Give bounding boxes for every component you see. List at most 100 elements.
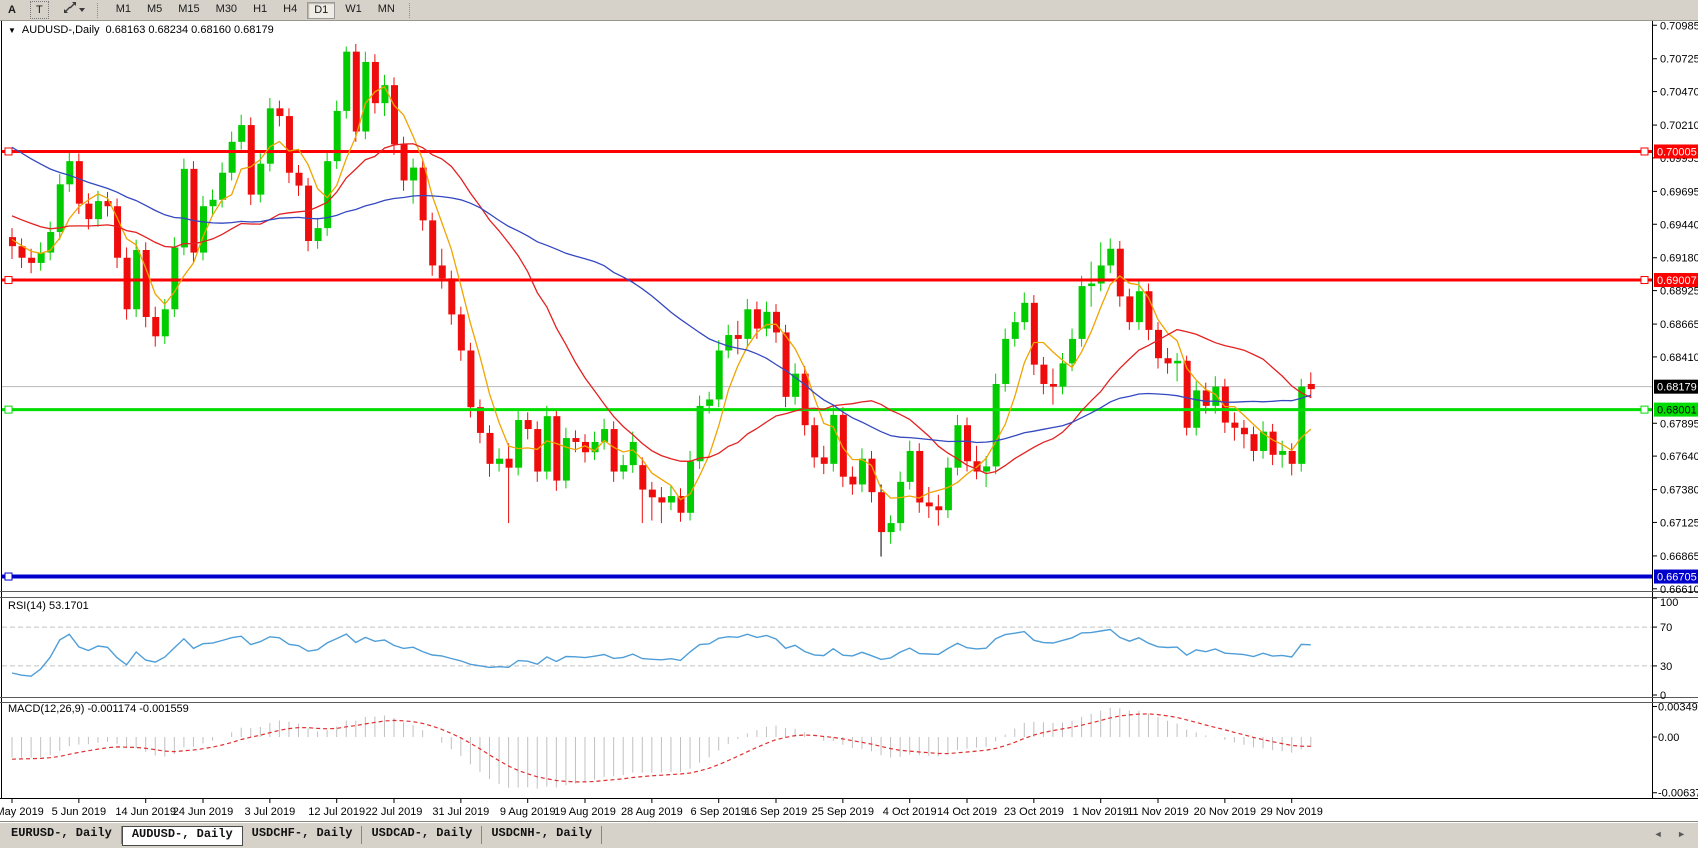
candle-body [888,523,895,532]
candle-body [76,161,83,204]
line-price-badge-label: 0.69007 [1657,275,1697,287]
chart-tab-usdcad[interactable]: USDCAD-, Daily [362,826,482,844]
candle-body [28,258,35,263]
candle-body [544,416,551,471]
candle-body [315,228,322,241]
candle-body [1069,339,1076,363]
candle-body [926,502,933,506]
chart-tabs-bar: EURUSD-, DailyAUDUSD-, DailyUSDCHF-, Dai… [0,822,1698,848]
date-axis-label: 6 Sep 2019 [691,806,747,818]
candle-body [945,468,952,511]
line-handle[interactable] [1641,148,1648,155]
cursor-arrows-icon [63,1,77,19]
timeframe-button-h1[interactable]: H1 [247,2,273,17]
candle-body [878,492,885,532]
candle-body [401,144,408,180]
date-axis-label: 31 Jul 2019 [432,806,489,818]
candle-body [859,459,866,485]
date-axis-label: 14 Oct 2019 [937,806,997,818]
candle-body [534,429,541,472]
collapse-triangle-icon[interactable]: ▼ [8,26,16,35]
candle-body [286,116,293,173]
chart-tab-usdcnh[interactable]: USDCNH-, Daily [482,826,602,844]
rsi-axis-label: 0 [1660,690,1666,702]
candle-body [439,265,446,278]
candle-body [66,161,73,184]
timeframe-button-m1[interactable]: M1 [110,2,137,17]
chart-tab-eurusd[interactable]: EURUSD-, Daily [2,826,122,844]
candle-body [420,168,427,221]
price-axis-label: 0.70985 [1660,20,1698,32]
candle-body [1117,249,1124,297]
chart-title: ▼ AUDUSD-,Daily 0.68163 0.68234 0.68160 … [8,24,274,36]
candle-body [668,496,675,502]
chart-tab-audusd[interactable]: AUDUSD-, Daily [122,826,243,846]
current-price-badge-label: 0.68179 [1657,382,1697,394]
candle-body [1203,390,1210,405]
date-axis-label: 27 May 2019 [0,806,44,818]
candle-body [572,438,579,442]
chart-tab-usdchf[interactable]: USDCHF-, Daily [243,826,363,844]
line-handle[interactable] [5,148,12,155]
timeframe-button-d1[interactable]: D1 [307,2,335,19]
line-handle[interactable] [5,573,12,580]
candle-body [1174,361,1181,364]
line-price-badge-label: 0.68001 [1657,405,1697,417]
price-axis-label: 0.67380 [1660,485,1698,497]
date-axis-label: 22 Jul 2019 [366,806,423,818]
candle-body [1145,291,1152,330]
candle-body [611,429,618,472]
tab-scroll-arrows[interactable]: ◄ ► [1654,829,1692,839]
candle-body [38,253,45,263]
date-axis-label: 28 Aug 2019 [621,806,683,818]
annotate-a-button[interactable]: A [3,2,21,18]
date-axis-label: 1 Nov 2019 [1073,806,1129,818]
rsi-axis-label: 100 [1660,597,1678,609]
candle-body [849,477,856,485]
candle-body [1231,423,1238,428]
candle-body [525,420,532,429]
date-axis-label: 14 Jun 2019 [115,806,176,818]
price-axis-label: 0.70210 [1660,120,1698,132]
price-axis-label: 0.67640 [1660,451,1698,463]
timeframe-button-group: M1 M5 M15 M30 H1 H4 D1 W1 MN [108,2,403,19]
toolbar-separator [409,3,416,18]
candle-body [171,247,178,309]
candle-body [1021,303,1028,322]
candle-body [1165,358,1172,363]
candle-body [515,420,522,468]
candle-body [410,168,417,181]
timeframe-button-m30[interactable]: M30 [210,2,243,17]
date-axis-label: 5 Jun 2019 [52,806,106,818]
text-tool-button[interactable]: T [30,1,49,19]
candle-body [983,466,990,471]
timeframe-button-m15[interactable]: M15 [172,2,205,17]
line-handle[interactable] [5,277,12,284]
price-axis-label: 0.70725 [1660,54,1698,66]
line-price-badge-label: 0.66705 [1657,572,1697,584]
candle-body [296,173,303,186]
candle-body [1241,428,1248,434]
toolbar-separator [97,3,104,18]
top-toolbar: A T M1 M5 M15 M30 H1 H4 D1 W1 MN [0,0,1698,21]
line-handle[interactable] [5,406,12,413]
timeframe-button-m5[interactable]: M5 [141,2,168,17]
candle-body [744,309,751,339]
candle-body [601,429,608,442]
candle-body [362,62,369,132]
timeframe-button-h4[interactable]: H4 [277,2,303,17]
macd-axis-label: -0.00637 [1658,788,1698,800]
line-handle[interactable] [1641,277,1648,284]
candle-body [210,200,217,206]
price-axis-label: 0.69180 [1660,253,1698,265]
timeframe-button-mn[interactable]: MN [372,2,401,17]
cursor-mode-button[interactable] [58,2,90,18]
candle-body [725,335,732,350]
timeframe-button-w1[interactable]: W1 [339,2,368,17]
candle-body [706,399,713,405]
rsi-axis-label: 30 [1660,661,1672,673]
line-handle[interactable] [1641,406,1648,413]
candle-body [1040,365,1047,384]
candle-body [563,438,570,481]
candle-body [124,258,131,310]
